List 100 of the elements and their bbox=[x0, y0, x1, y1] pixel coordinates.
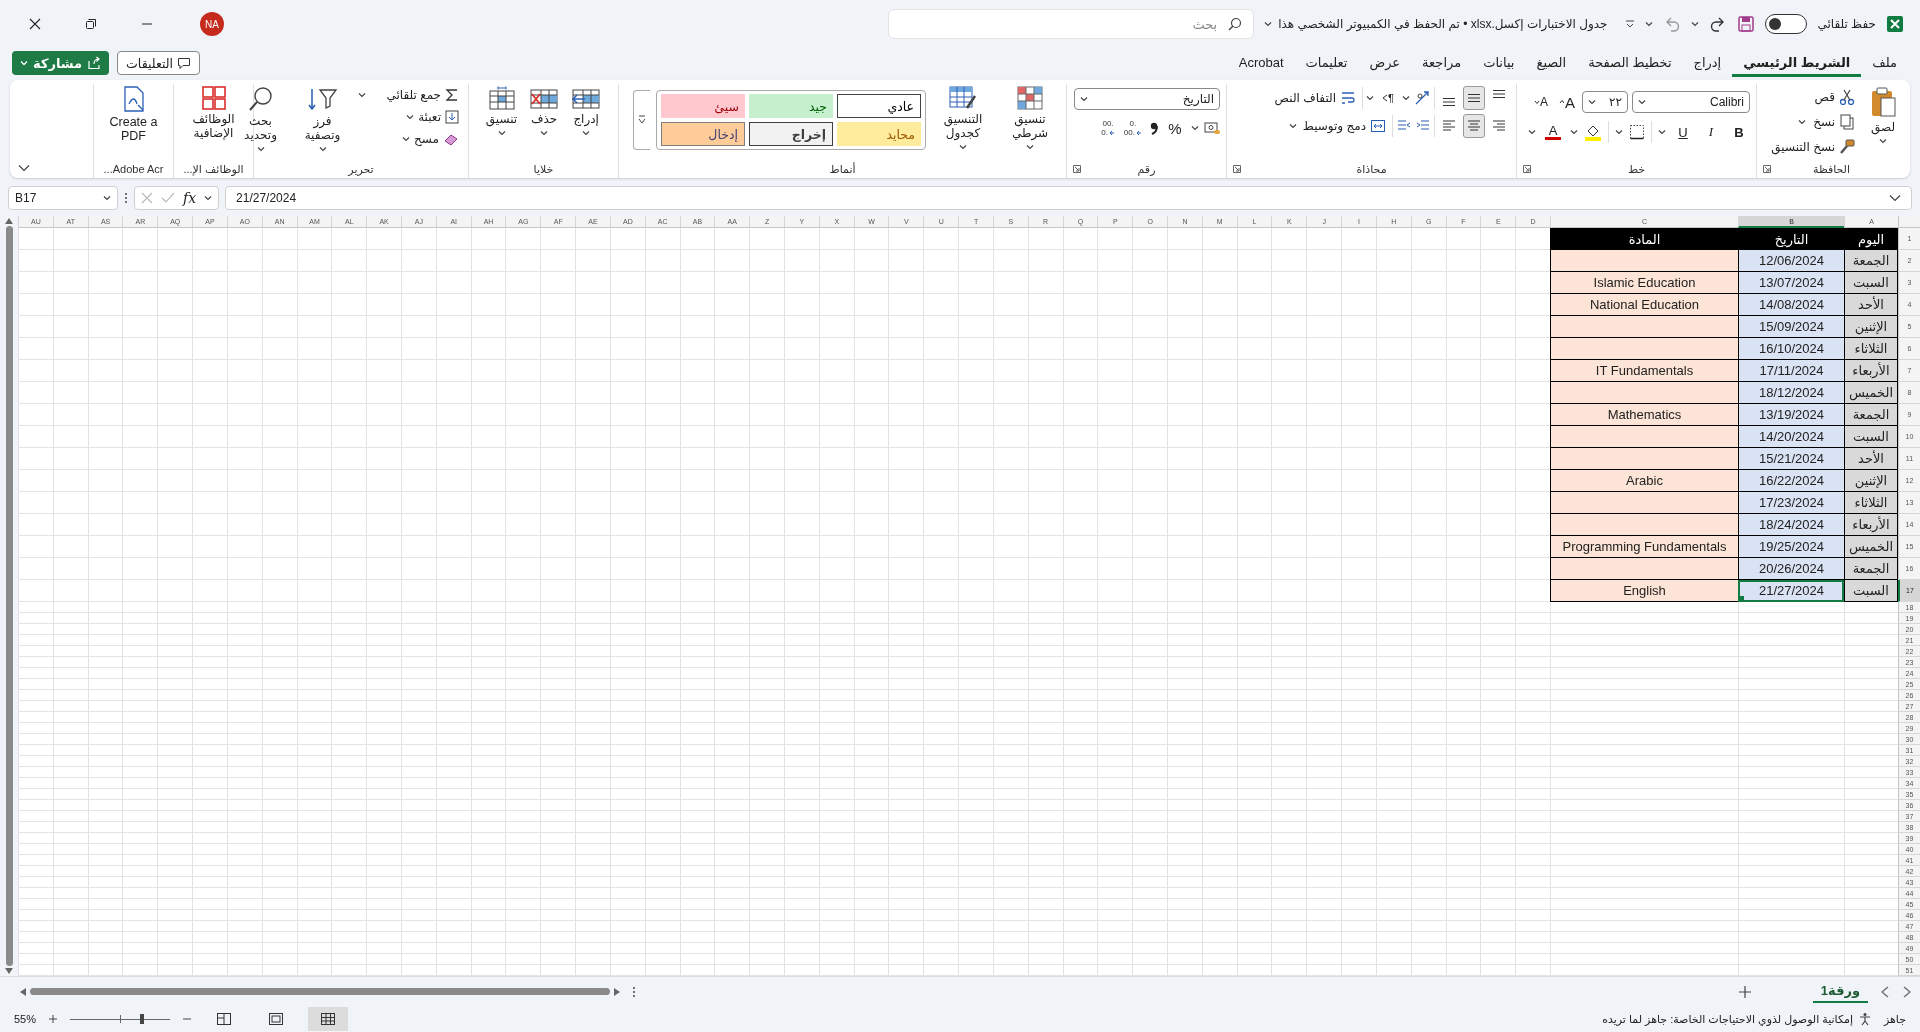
menu-tab[interactable]: الصيغ bbox=[1525, 49, 1578, 77]
format-painter-button[interactable]: نسخ التنسيق bbox=[1768, 136, 1858, 158]
more-icon[interactable] bbox=[632, 985, 636, 998]
number-format-dropdown[interactable]: التاريخ bbox=[1074, 88, 1220, 110]
caret-icon[interactable] bbox=[1288, 123, 1297, 129]
comma-style-icon[interactable] bbox=[1149, 120, 1159, 136]
user-avatar[interactable]: NA bbox=[200, 12, 224, 36]
conditional-formatting-button[interactable]: تنسيق شرطي bbox=[1000, 84, 1060, 152]
create-pdf-button[interactable]: Create a PDF bbox=[104, 84, 163, 146]
formula-field[interactable]: 21/27/2024 bbox=[225, 186, 1912, 210]
menu-tab[interactable]: تخطيط الصفحة bbox=[1577, 49, 1683, 77]
paste-button[interactable]: لصق bbox=[1866, 84, 1900, 146]
fill-button[interactable]: تعبئة bbox=[403, 106, 462, 128]
name-box[interactable]: B17 bbox=[8, 186, 118, 210]
caret-icon[interactable] bbox=[1658, 129, 1666, 135]
share-button[interactable]: مشاركة bbox=[12, 51, 110, 75]
caret-icon[interactable] bbox=[1570, 129, 1578, 135]
chevron-left-icon[interactable] bbox=[1880, 985, 1890, 998]
font-name-dropdown[interactable]: Calibri bbox=[1632, 91, 1750, 113]
search-field[interactable]: بحث bbox=[888, 9, 1255, 39]
table-cell: الخميس bbox=[1844, 382, 1898, 404]
collapse-ribbon-icon[interactable] bbox=[18, 164, 30, 172]
grow-font-button[interactable]: A bbox=[1556, 90, 1578, 114]
caret-icon[interactable] bbox=[1691, 21, 1700, 27]
caret-icon[interactable] bbox=[1264, 21, 1273, 27]
restore-icon[interactable] bbox=[85, 18, 97, 30]
cut-button[interactable]: قص bbox=[1768, 86, 1858, 108]
check-icon[interactable] bbox=[161, 192, 175, 204]
cell-style-swatch[interactable]: محايد bbox=[837, 122, 921, 146]
menu-tab[interactable]: مراجعة bbox=[1411, 49, 1473, 77]
caret-icon[interactable] bbox=[1615, 129, 1623, 135]
currency-icon[interactable] bbox=[1204, 121, 1220, 135]
chevron-right-icon[interactable] bbox=[1902, 985, 1912, 998]
autosave-toggle[interactable] bbox=[1765, 14, 1808, 34]
merge-center-button[interactable]: دمج وتوسيط bbox=[1299, 115, 1389, 137]
insert-function-button[interactable]: fx bbox=[183, 190, 197, 206]
copy-button[interactable]: نسخ bbox=[1810, 111, 1858, 133]
caret-icon bbox=[959, 143, 967, 150]
zoom-slider[interactable] bbox=[70, 1013, 171, 1025]
caret-icon[interactable] bbox=[1528, 129, 1536, 135]
underline-button[interactable]: U bbox=[1672, 120, 1694, 144]
insert-cells-button[interactable]: إدراج bbox=[568, 84, 605, 138]
cell-style-swatch[interactable]: عادي bbox=[837, 94, 921, 118]
comments-button[interactable]: التعليقات bbox=[117, 51, 200, 75]
zoom-level[interactable]: 55% bbox=[14, 1013, 37, 1025]
caret-icon[interactable] bbox=[204, 195, 213, 201]
cell-style-swatch[interactable]: جيد bbox=[749, 94, 833, 118]
caret-icon[interactable] bbox=[1366, 95, 1374, 101]
zoom-thumb[interactable] bbox=[140, 1014, 145, 1024]
shrink-font-button[interactable]: A bbox=[1530, 90, 1552, 114]
font-color-button[interactable]: A bbox=[1542, 120, 1564, 144]
caret-icon[interactable] bbox=[1402, 95, 1410, 101]
menu-tab[interactable]: الشريط الرئيسي bbox=[1732, 49, 1862, 77]
dialog-launcher-icon[interactable] bbox=[1073, 165, 1081, 173]
sheet-tab[interactable]: ورقة1 bbox=[1812, 980, 1868, 1003]
bold-button[interactable]: B bbox=[1728, 120, 1750, 144]
percent-button[interactable]: % bbox=[1164, 116, 1186, 140]
vertical-align-button[interactable] bbox=[1463, 86, 1485, 110]
format-cells-button[interactable]: تنسيق bbox=[482, 84, 521, 138]
menu-tab[interactable]: تعليمات bbox=[1294, 49, 1359, 77]
wrap-text-button[interactable]: التفاف النص bbox=[1271, 87, 1359, 109]
menu-tab[interactable]: عرض bbox=[1358, 49, 1412, 77]
caret-icon[interactable] bbox=[1798, 119, 1807, 125]
menu-tab[interactable]: بيانات bbox=[1472, 49, 1526, 77]
zoom-in-icon[interactable] bbox=[48, 1014, 59, 1024]
save-icon[interactable] bbox=[1737, 15, 1756, 33]
format-as-table-button[interactable]: التنسيق كجدول bbox=[932, 84, 994, 152]
cell-style-swatch[interactable]: إدخال bbox=[661, 122, 745, 146]
italic-button[interactable]: I bbox=[1700, 120, 1722, 144]
cell-style-swatch[interactable]: سيئ bbox=[661, 94, 745, 118]
cell-style-swatch[interactable]: إخراج bbox=[749, 122, 833, 146]
plus-icon[interactable] bbox=[1738, 985, 1751, 998]
expand-icon bbox=[638, 115, 646, 125]
text-orientation-icon[interactable] bbox=[1413, 90, 1431, 106]
borders-icon[interactable] bbox=[1629, 124, 1645, 140]
caret-icon[interactable] bbox=[1191, 125, 1199, 131]
more-icon[interactable] bbox=[124, 192, 128, 204]
clear-button[interactable]: مسح bbox=[399, 128, 462, 150]
arrow-up-icon bbox=[5, 218, 13, 224]
font-size-dropdown[interactable]: ٢٢ bbox=[1582, 91, 1628, 113]
customize-icon[interactable] bbox=[1625, 19, 1636, 29]
menu-tab[interactable]: إدراج bbox=[1682, 49, 1733, 77]
dialog-launcher-icon[interactable] bbox=[1233, 165, 1241, 173]
close-icon[interactable] bbox=[29, 18, 41, 30]
dialog-launcher-icon[interactable] bbox=[1763, 165, 1771, 173]
menu-tab[interactable]: Acrobat bbox=[1227, 49, 1295, 77]
caret-icon[interactable] bbox=[1645, 21, 1654, 27]
sort-filter-button[interactable]: فرز وتصفية bbox=[295, 84, 350, 154]
menu-tab[interactable]: ملف bbox=[1861, 49, 1908, 77]
autosum-button[interactable]: جمع تلقائي bbox=[383, 84, 462, 106]
increase-decimal-button[interactable]: .0 .00 bbox=[1121, 119, 1144, 137]
caret-icon[interactable] bbox=[357, 92, 366, 98]
decrease-decimal-button[interactable]: .00 .0 bbox=[1099, 119, 1117, 137]
paragraph-direction-button[interactable]: ¶ bbox=[1377, 86, 1399, 110]
delete-cells-button[interactable]: حذف bbox=[526, 84, 563, 138]
fill-bucket-icon[interactable] bbox=[1584, 123, 1602, 141]
accessibility-icon[interactable] bbox=[1857, 1012, 1872, 1026]
accessibility-status[interactable]: إمكانية الوصول لذوي الاحتياجات الخاصة: جاهز لما تريده bbox=[1602, 1012, 1853, 1026]
view-button[interactable] bbox=[308, 1007, 349, 1031]
dialog-launcher-icon[interactable] bbox=[1523, 165, 1531, 173]
